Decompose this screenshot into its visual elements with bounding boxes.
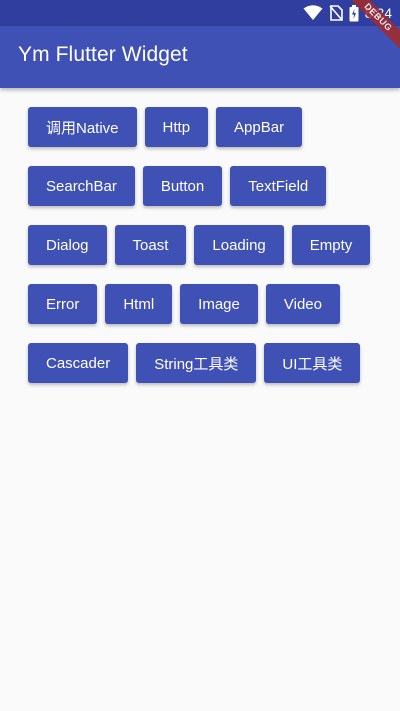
- button-row: Dialog Toast Loading Empty: [28, 225, 388, 265]
- button-row: SearchBar Button TextField: [28, 166, 388, 206]
- page-title: Ym Flutter Widget: [18, 43, 188, 66]
- button-grid: 调用Native Http AppBar SearchBar Button Te…: [28, 107, 388, 402]
- toast-button[interactable]: Toast: [114, 225, 187, 265]
- wifi-icon: [303, 5, 323, 21]
- cascader-button[interactable]: Cascader: [28, 343, 129, 383]
- video-button[interactable]: Video: [265, 284, 340, 324]
- debug-banner: DEBUG: [340, 0, 400, 60]
- loading-button[interactable]: Loading: [194, 225, 284, 265]
- button-row: 调用Native Http AppBar: [28, 107, 388, 147]
- button-row: Error Html Image Video: [28, 284, 388, 324]
- html-button[interactable]: Html: [105, 284, 173, 324]
- http-button[interactable]: Http: [144, 107, 209, 147]
- button-row: Cascader String工具类 UI工具类: [28, 343, 388, 383]
- searchbar-button[interactable]: SearchBar: [28, 166, 135, 206]
- native-button[interactable]: 调用Native: [28, 107, 137, 147]
- ui-utils-button[interactable]: UI工具类: [264, 343, 361, 383]
- debug-banner-label: DEBUG: [341, 0, 400, 54]
- appbar-button[interactable]: AppBar: [216, 107, 303, 147]
- image-button[interactable]: Image: [180, 284, 258, 324]
- error-button[interactable]: Error: [28, 284, 98, 324]
- dialog-button[interactable]: Dialog: [28, 225, 107, 265]
- empty-button[interactable]: Empty: [291, 225, 371, 265]
- string-utils-button[interactable]: String工具类: [136, 343, 257, 383]
- button-button[interactable]: Button: [142, 166, 223, 206]
- textfield-button[interactable]: TextField: [230, 166, 327, 206]
